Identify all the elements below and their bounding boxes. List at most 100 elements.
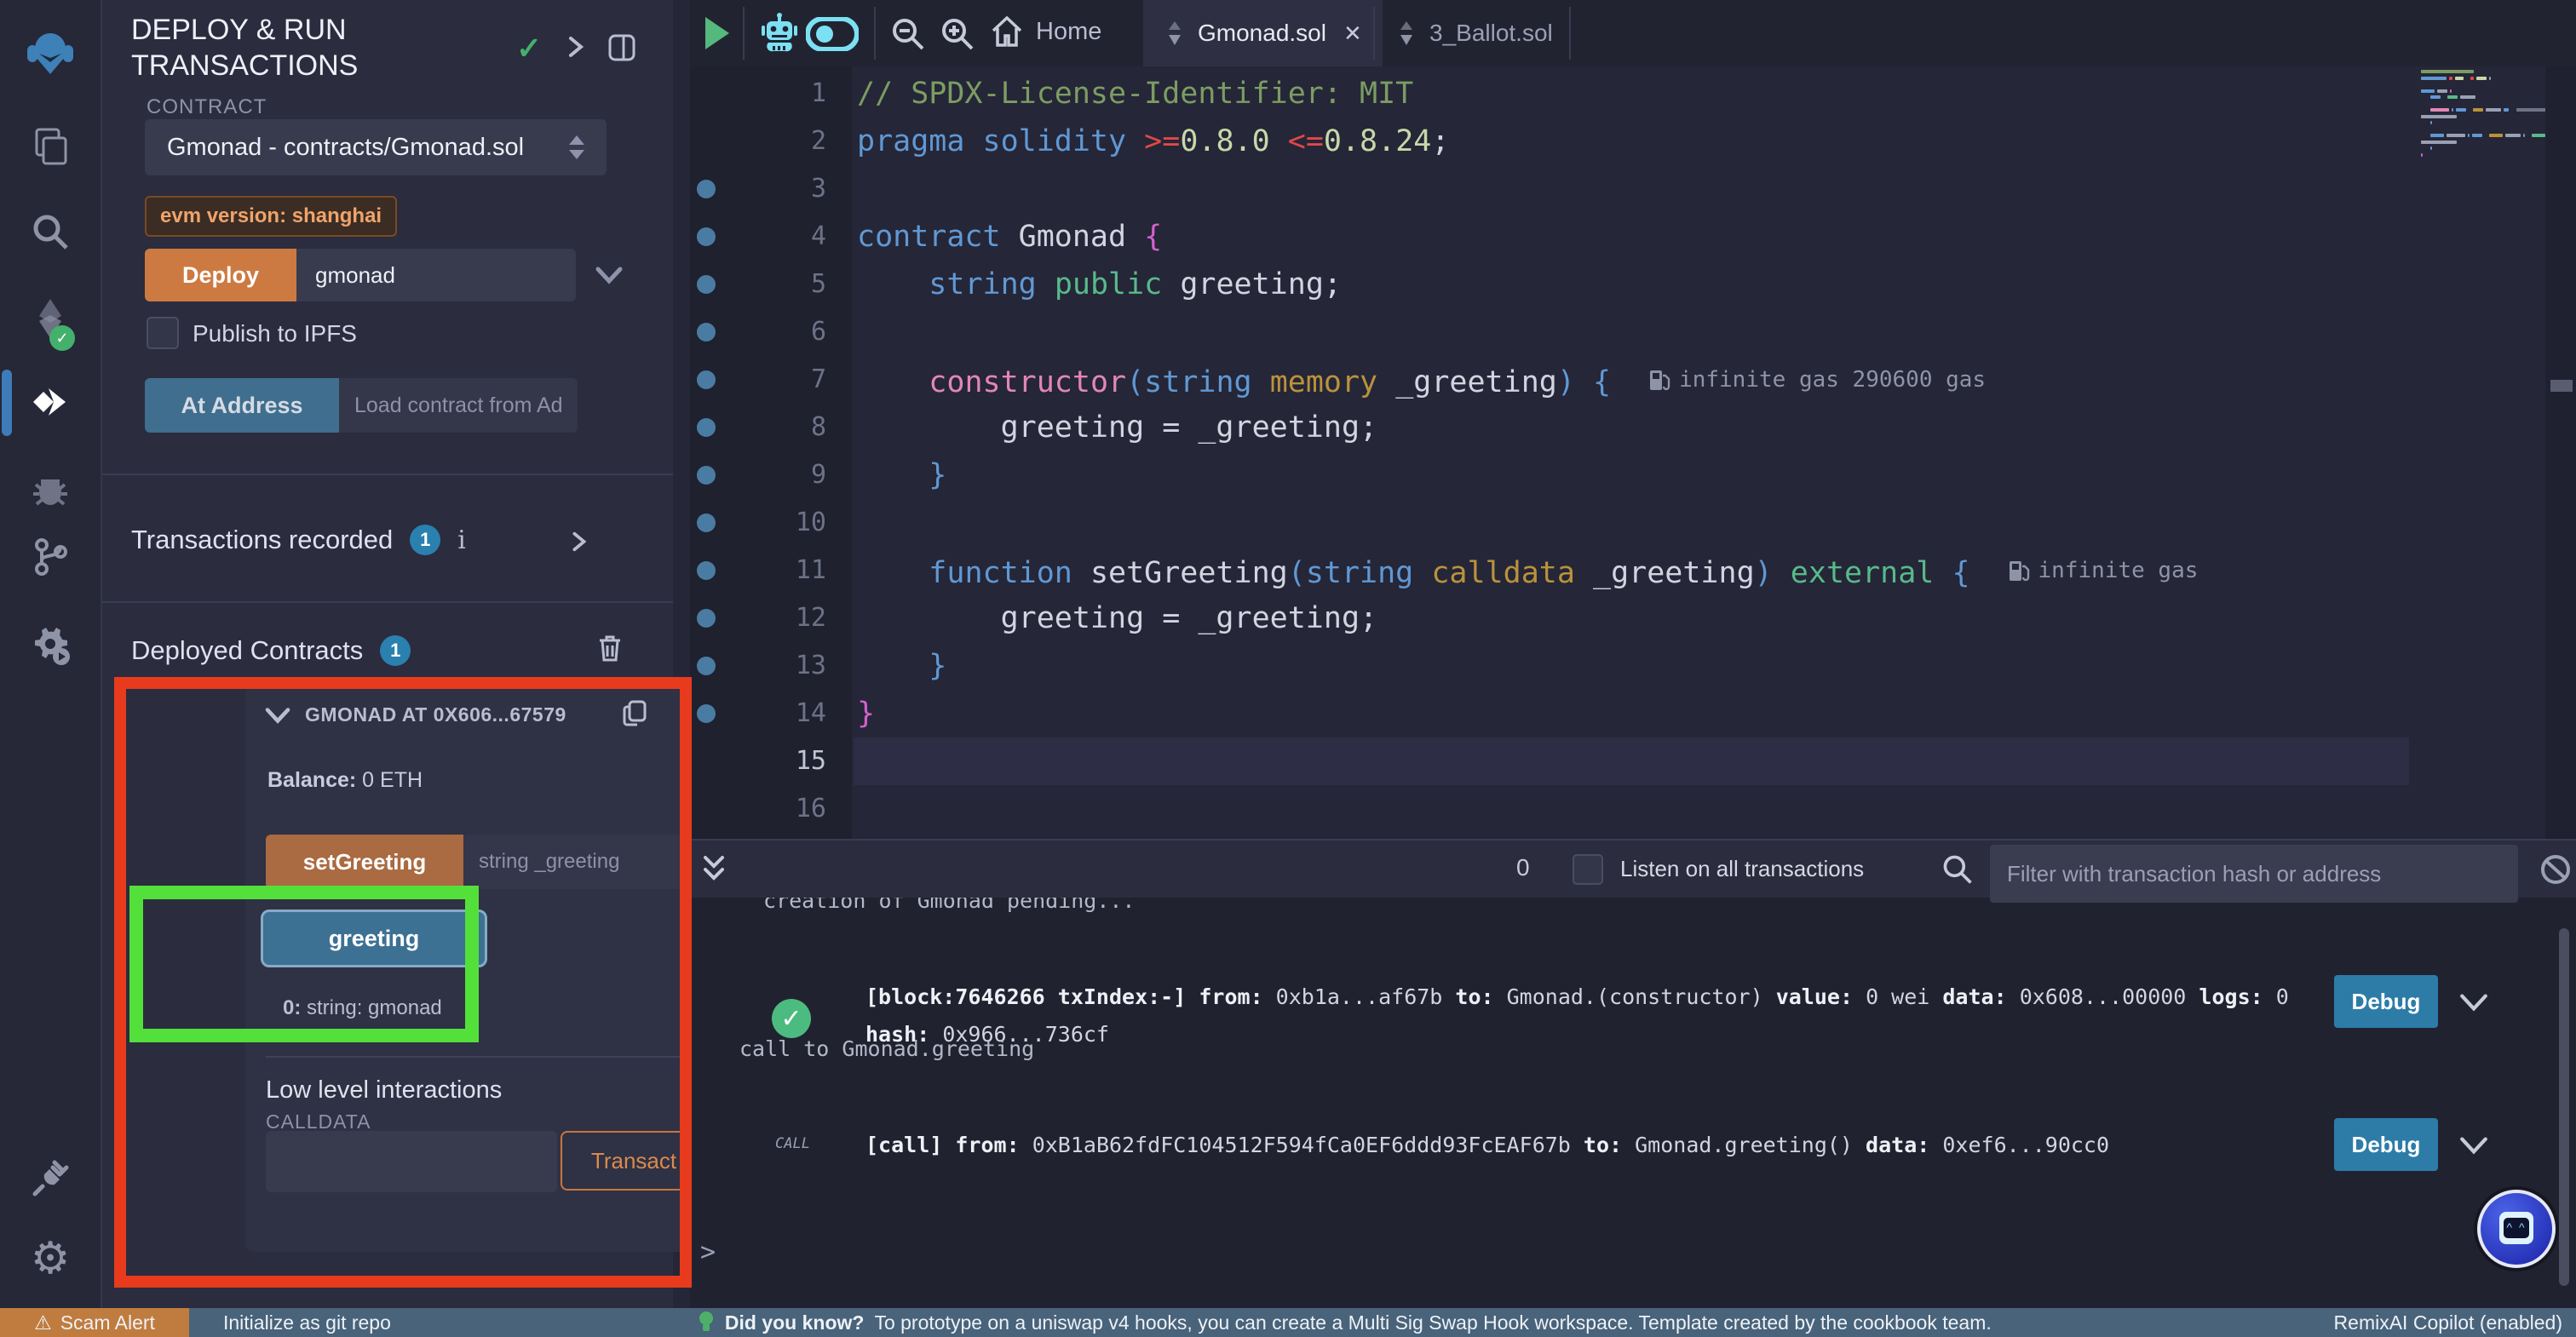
terminal-search-icon[interactable]	[1941, 852, 1975, 887]
debug-button[interactable]: Debug	[2334, 975, 2438, 1028]
transact-button[interactable]: Transact	[561, 1131, 707, 1191]
calldata-input[interactable]	[266, 1131, 557, 1192]
log-expand-chevron-icon[interactable]	[2458, 990, 2489, 1014]
status-bar: ⚠ Scam Alert Initialize as git repo Did …	[0, 1308, 2576, 1337]
copilot-toggle-icon[interactable]	[806, 17, 859, 51]
copy-address-icon[interactable]	[620, 698, 651, 729]
tx-log-block[interactable]: [block:7646266 txIndex:-] from: 0xb1a...…	[865, 978, 2314, 1053]
line-decoration-dot	[697, 227, 716, 246]
at-address-button[interactable]: At Address	[145, 378, 339, 433]
debugger-icon[interactable]	[29, 468, 72, 510]
line-number: 15	[716, 737, 826, 785]
code-line-10[interactable]: 10	[690, 499, 2576, 547]
code-line-8[interactable]: 8 greeting = _greeting;	[690, 404, 2576, 451]
zoom-in-icon[interactable]	[939, 15, 976, 53]
call-note-line: call to Gmonad.greeting	[739, 1036, 1034, 1061]
gas-estimate-annotation: infinite gas 290600 gas	[1648, 356, 1986, 404]
code-line-14[interactable]: 14}	[690, 690, 2576, 737]
ai-robot-icon[interactable]	[760, 12, 799, 55]
code-line-2[interactable]: 2pragma solidity >=0.8.0 <=0.8.24;	[690, 118, 2576, 165]
balance-label: Balance:	[267, 768, 356, 792]
plugin-manager-icon[interactable]	[27, 623, 73, 668]
line-number: 8	[716, 404, 826, 451]
home-tab[interactable]: Home	[990, 14, 1101, 49]
scam-alert-button[interactable]: ⚠ Scam Alert	[0, 1308, 189, 1337]
deploy-expand-chevron-icon[interactable]	[595, 264, 624, 286]
contract-select[interactable]: Gmonad - contracts/Gmonad.sol	[145, 119, 607, 175]
deploy-run-icon[interactable]	[28, 380, 72, 424]
result-index: 0:	[283, 996, 301, 1019]
code-line-16[interactable]: 16	[690, 785, 2576, 833]
tab-3_ballot.sol[interactable]: 3_Ballot.sol	[1375, 0, 1573, 66]
balance-row: Balance: 0 ETH	[267, 768, 423, 793]
terminal-scrollbar[interactable]	[2559, 928, 2569, 1286]
minimap-line	[2421, 89, 2452, 93]
code-line-13[interactable]: 13 }	[690, 642, 2576, 690]
init-git-button[interactable]: Initialize as git repo	[223, 1311, 391, 1334]
pin-panel-icon[interactable]	[607, 32, 637, 63]
copilot-status-label[interactable]: RemixAI Copilot (enabled)	[2334, 1311, 2562, 1334]
remix-logo-icon[interactable]	[26, 28, 75, 77]
code-editor[interactable]: 1// SPDX-License-Identifier: MIT2pragma …	[690, 66, 2576, 839]
code-line-5[interactable]: 5 string public greeting;	[690, 261, 2576, 308]
divider	[266, 1056, 746, 1058]
log-expand-chevron-icon[interactable]	[2458, 1133, 2489, 1157]
listen-checkbox[interactable]	[1573, 854, 1603, 885]
code-line-9[interactable]: 9 }	[690, 451, 2576, 499]
file-explorer-icon[interactable]	[30, 126, 71, 167]
deploy-button[interactable]: Deploy	[145, 249, 296, 301]
divider	[102, 473, 673, 475]
greeting-button[interactable]: greeting	[261, 910, 487, 967]
editor-toolbar: Home Gmonad.sol✕3_Ballot.sol	[690, 0, 2576, 66]
editor-scrollbar-thumb[interactable]	[2550, 380, 2573, 392]
code-line-7[interactable]: 7 constructor(string memory _greeting) {…	[690, 356, 2576, 404]
search-icon[interactable]	[30, 211, 71, 252]
clear-console-icon[interactable]	[2539, 852, 2573, 887]
plugin-connector-icon[interactable]	[29, 1157, 72, 1200]
trash-icon[interactable]	[596, 634, 624, 663]
line-number: 17	[716, 833, 826, 839]
git-icon[interactable]	[30, 537, 71, 577]
setgreeting-button[interactable]: setGreeting	[266, 835, 463, 889]
divider	[1569, 7, 1571, 60]
minimap-line	[2421, 121, 2432, 124]
collapse-terminal-icon[interactable]	[700, 854, 727, 885]
code-line-4[interactable]: 4contract Gmonad {	[690, 213, 2576, 261]
code-line-3[interactable]: 3	[690, 165, 2576, 213]
tab-close-icon[interactable]: ✕	[1343, 20, 1362, 47]
settings-gear-icon[interactable]: ⚙	[31, 1233, 71, 1284]
card-collapse-chevron-icon[interactable]	[264, 705, 291, 726]
lightbulb-icon	[698, 1311, 715, 1334]
panel-expand-chevron-icon[interactable]	[562, 34, 588, 60]
at-address-input[interactable]	[339, 378, 578, 433]
line-decoration-dot	[697, 275, 716, 294]
run-script-icon[interactable]	[702, 15, 733, 51]
transactions-expand-chevron-icon[interactable]	[566, 530, 590, 554]
line-number: 7	[716, 356, 826, 404]
zoom-out-icon[interactable]	[889, 15, 927, 53]
remix-ai-assistant-button[interactable]: ^ ^	[2477, 1190, 2556, 1268]
code-line-12[interactable]: 12 greeting = _greeting;	[690, 594, 2576, 642]
terminal-prompt[interactable]: >	[700, 1237, 716, 1267]
editor-minimap[interactable]	[2421, 70, 2549, 839]
publish-ipfs-checkbox[interactable]	[147, 317, 179, 349]
constructor-arg-input[interactable]	[296, 249, 576, 301]
debug-button[interactable]: Debug	[2334, 1118, 2438, 1171]
contract-instance-title[interactable]: GMONAD AT 0X606...67579	[305, 703, 605, 726]
code-line-1[interactable]: 1// SPDX-License-Identifier: MIT	[690, 70, 2576, 118]
tab-gmonad.sol[interactable]: Gmonad.sol✕	[1143, 0, 1383, 66]
code-line-17[interactable]: 17	[690, 833, 2576, 839]
info-icon[interactable]: i	[457, 525, 466, 555]
divider	[102, 601, 673, 603]
minimap-line	[2421, 95, 2475, 99]
call-log-block[interactable]: [call] from: 0xB1aB62fdFC104512F594fCa0E…	[865, 1127, 2314, 1164]
code-line-6[interactable]: 6	[690, 308, 2576, 356]
code-line-15[interactable]: 15	[690, 737, 2576, 785]
ai-robot-face-icon: ^ ^	[2499, 1212, 2533, 1244]
gas-estimate-annotation: infinite gas	[2008, 547, 2199, 594]
code-line-11[interactable]: 11 function setGreeting(string calldata …	[690, 547, 2576, 594]
setgreeting-arg-input[interactable]	[463, 835, 699, 889]
line-number: 10	[716, 499, 826, 547]
contract-label: CONTRACT	[147, 95, 267, 119]
transaction-filter-input[interactable]	[1990, 845, 2518, 903]
